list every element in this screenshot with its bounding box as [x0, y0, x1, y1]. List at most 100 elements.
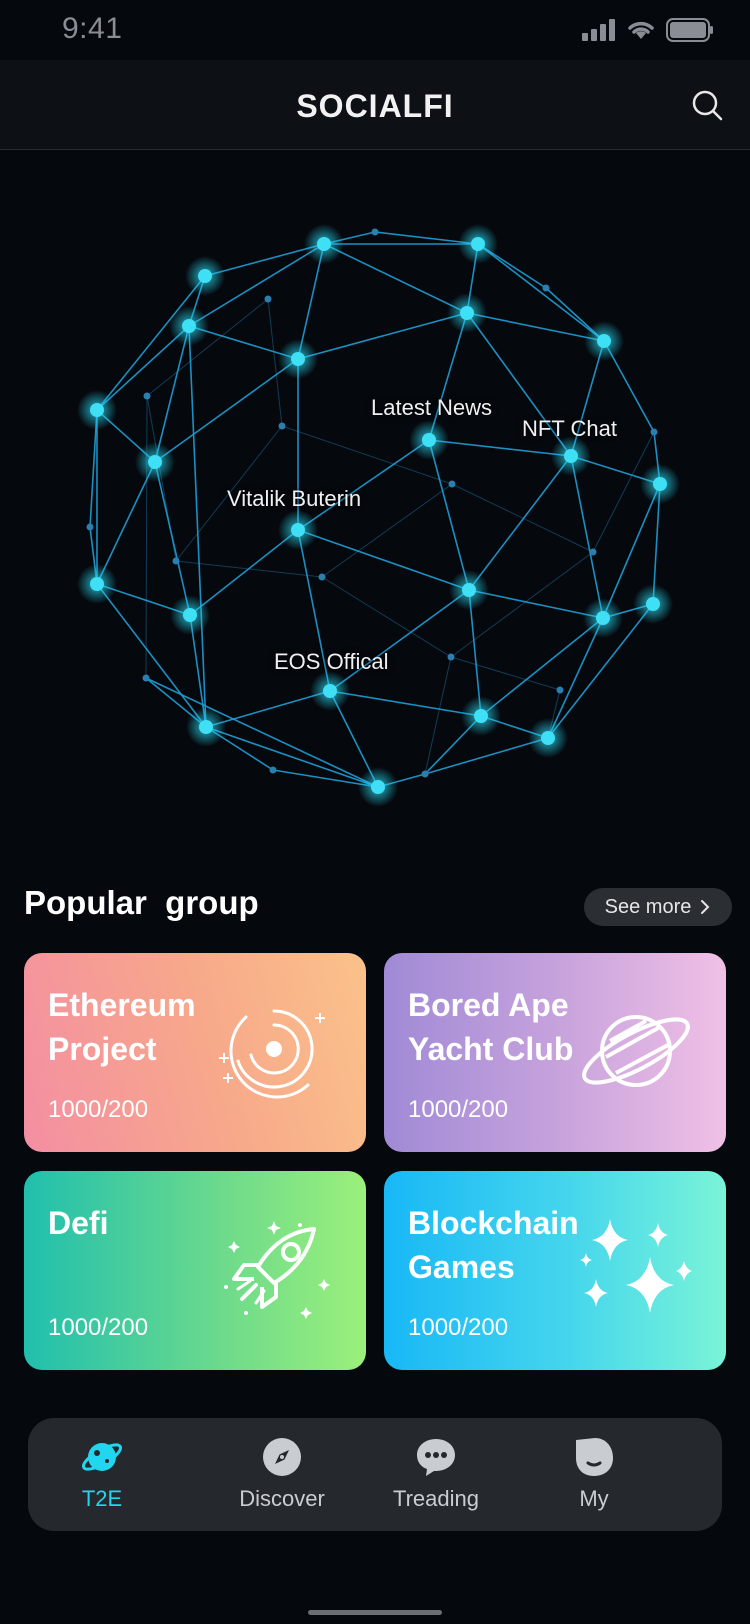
globe-node	[90, 403, 104, 417]
globe-edge	[329, 589, 470, 692]
tab-treading[interactable]: Treading	[366, 1436, 506, 1516]
globe-edge-faint	[450, 656, 561, 691]
tab-my[interactable]: My	[524, 1436, 664, 1516]
globe-node-small	[447, 653, 455, 661]
home-indicator	[308, 1610, 442, 1615]
globe-edge	[477, 243, 605, 342]
galaxy-icon	[219, 1009, 325, 1099]
wifi-icon	[628, 21, 654, 39]
globe-node	[183, 608, 197, 622]
globe-label-latest-news[interactable]: Latest News	[371, 395, 492, 421]
globe-node-small	[264, 295, 272, 303]
profile-icon	[576, 1438, 613, 1476]
globe-node-small	[318, 573, 326, 581]
globe-edge	[428, 439, 572, 457]
tab-label: Treading	[392, 1486, 479, 1511]
see-more-button[interactable]: See more	[584, 888, 732, 926]
globe-node	[596, 611, 610, 625]
globe-node	[182, 319, 196, 333]
globe-node	[564, 449, 578, 463]
tab-discover[interactable]: Discover	[212, 1436, 352, 1516]
card-member-count: 1000/200	[48, 1096, 149, 1123]
globe-label-vitalik-buterin[interactable]: Vitalik Buterin	[227, 486, 361, 512]
globe-node-small	[448, 480, 456, 488]
planet-icon	[81, 1443, 123, 1471]
tab-t2e[interactable]: T2E	[32, 1436, 172, 1516]
status-bar: 9:41	[0, 0, 750, 60]
globe-edge	[297, 312, 468, 360]
tab-label: My	[579, 1486, 609, 1511]
globe-edge	[468, 455, 572, 591]
globe-node	[90, 577, 104, 591]
tab-label: Discover	[239, 1486, 325, 1511]
group-card-bored-ape-yacht-club[interactable]: Bored Ape Yacht Club 1000/200	[384, 953, 726, 1152]
globe-node	[291, 352, 305, 366]
globe-edge-faint	[451, 483, 594, 553]
search-icon[interactable]	[690, 88, 724, 122]
globe-label-eos-offical[interactable]: EOS Offical	[274, 649, 389, 675]
card-member-count: 1000/200	[408, 1314, 509, 1341]
group-card-ethereum-project[interactable]: Ethereum Project 1000/200	[24, 953, 366, 1152]
globe-node-small	[650, 428, 658, 436]
globe-node	[474, 709, 488, 723]
globe-edge-faint	[424, 656, 452, 775]
rocket-icon	[224, 1221, 330, 1319]
globe-node-small	[278, 422, 286, 430]
globe-edge	[154, 461, 191, 616]
globe-node	[597, 334, 611, 348]
globe-node-small	[269, 766, 277, 774]
tab-label: T2E	[81, 1486, 123, 1511]
page-title: SOCIALFI	[296, 88, 454, 124]
bottom-tab-bar: T2E Discover Treading My	[28, 1418, 722, 1531]
globe-edge	[570, 455, 604, 619]
globe-node	[291, 523, 305, 537]
globe-node-small	[172, 557, 180, 565]
globe-edge-faint	[145, 395, 148, 679]
globe-node	[460, 306, 474, 320]
globe-node	[199, 720, 213, 734]
globe-node	[541, 731, 555, 745]
globe-node	[323, 684, 337, 698]
globe-edge	[428, 439, 470, 591]
app-header: SOCIALFI	[0, 60, 750, 150]
globe-node	[317, 237, 331, 251]
globe-edge	[480, 617, 604, 717]
group-card-defi[interactable]: Defi 1000/200	[24, 1171, 366, 1370]
globe-node-small	[371, 228, 379, 236]
globe-node-small	[421, 770, 429, 778]
globe-node	[198, 269, 212, 283]
globe-node	[462, 583, 476, 597]
globe-node-small	[143, 392, 151, 400]
globe-node-small	[589, 548, 597, 556]
status-icons	[582, 16, 714, 44]
card-member-count: 1000/200	[408, 1096, 509, 1123]
globe-node-small	[542, 284, 550, 292]
globe-node	[646, 597, 660, 611]
globe-node-small	[86, 523, 94, 531]
signal-icon	[582, 19, 615, 41]
card-member-count: 1000/200	[48, 1314, 149, 1341]
globe-edge	[297, 529, 470, 591]
globe-node	[422, 433, 436, 447]
status-time: 9:41	[62, 12, 123, 45]
globe-edge	[466, 312, 605, 342]
group-card-blockchain-games[interactable]: Blockchain Games 1000/200	[384, 1171, 726, 1370]
compass-icon	[263, 1438, 301, 1476]
globe-node	[471, 237, 485, 251]
see-more-label: See more	[604, 895, 692, 918]
battery-icon	[666, 18, 713, 42]
network-globe: Latest News NFT Chat Vitalik Buterin EOS…	[0, 150, 750, 850]
globe-node-small	[142, 674, 150, 682]
chevron-right-icon	[701, 900, 710, 914]
sparkles-icon	[580, 1219, 692, 1313]
globe-label-nft-chat[interactable]: NFT Chat	[522, 416, 617, 442]
globe-edge	[329, 690, 482, 717]
globe-node	[371, 780, 385, 794]
planet-icon	[582, 1015, 690, 1087]
globe-node	[148, 455, 162, 469]
globe-node-small	[556, 686, 564, 694]
globe-edge	[323, 243, 468, 314]
section-title-popular-group: Popular group	[24, 884, 259, 921]
chat-icon	[417, 1439, 455, 1476]
globe-node	[653, 477, 667, 491]
